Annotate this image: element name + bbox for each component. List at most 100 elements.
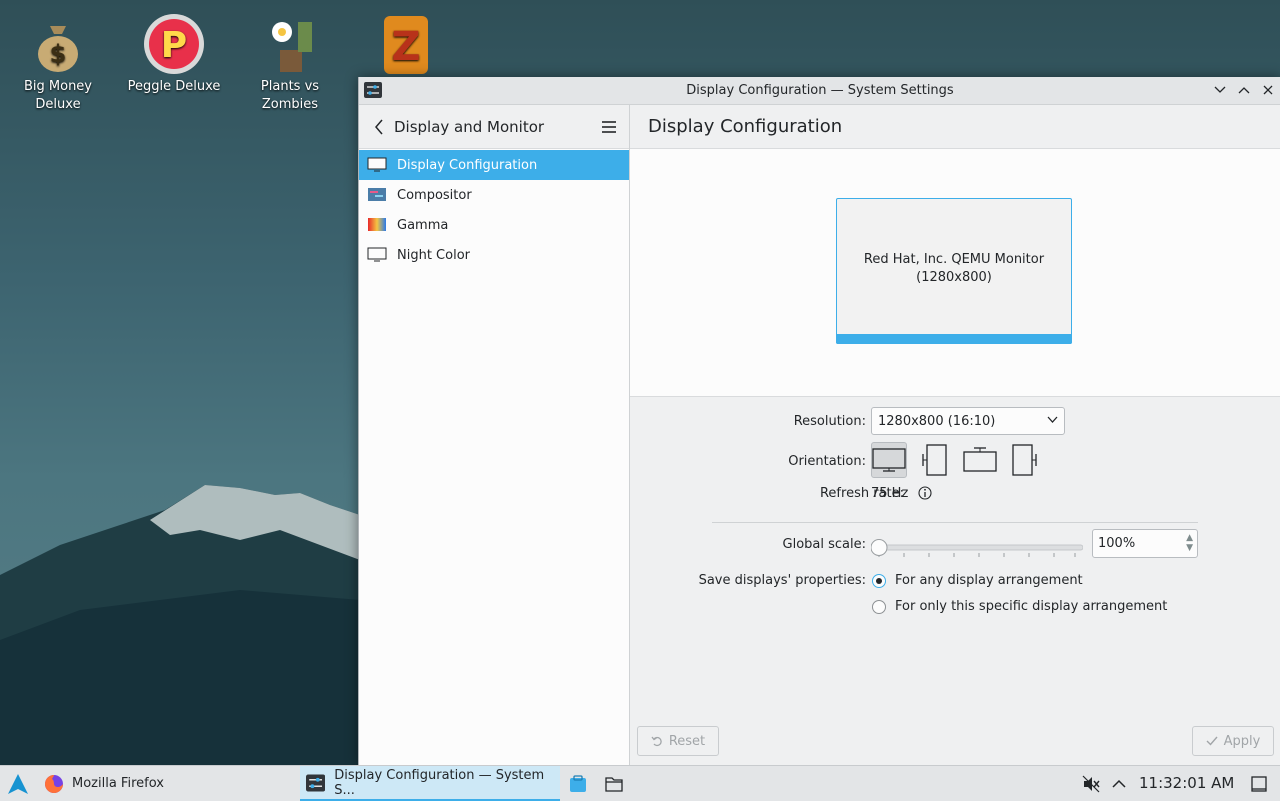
folder-icon[interactable] <box>604 774 624 794</box>
task-label: Mozilla Firefox <box>72 776 164 791</box>
flower-icon <box>258 12 322 76</box>
task-display-configuration[interactable]: Display Configuration — System S... <box>300 766 560 801</box>
global-scale-value: 100% <box>1098 536 1136 551</box>
back-button[interactable] <box>369 117 389 137</box>
desktop-wallpaper-mountain <box>0 485 360 765</box>
taskbar: Mozilla Firefox Display Configuration — … <box>0 765 1280 801</box>
checkmark-icon <box>1206 736 1218 746</box>
save-properties-label: Save displays' properties: <box>698 573 866 588</box>
orientation-inverted-button[interactable] <box>962 442 998 478</box>
monitor-name: Red Hat, Inc. QEMU Monitor <box>863 252 1045 267</box>
sidebar-item-gamma[interactable]: Gamma <box>359 210 629 240</box>
resolution-label: Resolution: <box>793 414 866 429</box>
apply-button[interactable]: Apply <box>1192 726 1274 756</box>
desktop-icon-peggle[interactable]: P Peggle Deluxe <box>126 6 222 96</box>
radio-specific-arrangement[interactable]: For only this specific display arrangeme… <box>872 599 1167 614</box>
desktop-icon-game[interactable]: Z <box>358 6 454 78</box>
display-preview-area: Red Hat, Inc. QEMU Monitor (1280x800) <box>630 149 1280 397</box>
desktop-icon-label: Deluxe <box>35 97 81 112</box>
undo-icon <box>651 736 662 747</box>
chevron-up-icon[interactable] <box>1109 774 1129 794</box>
slider-handle[interactable] <box>871 539 888 556</box>
resolution-combobox[interactable]: 1280x800 (16:10) <box>871 407 1065 435</box>
form-separator <box>712 522 1198 523</box>
sidebar-header: Display and Monitor <box>359 105 629 149</box>
task-label: Display Configuration — System S... <box>334 767 545 798</box>
close-icon <box>1263 85 1273 95</box>
monitor-portrait-right-icon <box>1012 444 1037 476</box>
spin-up-icon[interactable]: ▲ <box>1186 533 1193 543</box>
monitor-inverted-icon <box>963 447 997 472</box>
peggle-icon: P <box>142 12 206 76</box>
info-icon[interactable] <box>918 486 932 500</box>
global-scale-spinbox[interactable]: 100% ▲ ▼ <box>1092 529 1198 558</box>
sidebar-item-label: Display Configuration <box>397 157 538 173</box>
money-bag-icon: $ <box>26 12 90 76</box>
monitor-icon <box>367 157 387 172</box>
radio-button-checked[interactable] <box>872 573 886 588</box>
monitor-portrait-left-icon <box>922 444 947 476</box>
desktop-icon-label: Big Money <box>23 79 92 94</box>
chevron-down-icon <box>1047 416 1058 423</box>
volume-muted-icon[interactable] <box>1081 774 1101 794</box>
spin-down-icon[interactable]: ▼ <box>1186 543 1193 553</box>
global-scale-label: Global scale: <box>782 537 866 552</box>
radio-button-unchecked[interactable] <box>872 599 886 614</box>
svg-text:Z: Z <box>391 24 420 70</box>
discover-icon[interactable] <box>568 774 588 794</box>
orientation-landscape-button[interactable] <box>871 442 907 478</box>
monitor-resolution: (1280x800) <box>916 270 992 285</box>
maximize-button[interactable] <box>1235 81 1253 99</box>
compositor-icon <box>368 188 386 201</box>
show-desktop-icon[interactable] <box>1249 774 1269 794</box>
radio-label: For any display arrangement <box>895 573 1083 588</box>
svg-text:P: P <box>161 25 187 66</box>
clock[interactable]: 11:32:01 AM <box>1139 774 1234 792</box>
sidebar-item-night-color[interactable]: Night Color <box>359 240 629 270</box>
page-title: Display Configuration <box>630 105 1280 149</box>
chevron-left-icon <box>375 119 383 134</box>
monitor-landscape-icon <box>872 448 906 472</box>
apply-label: Apply <box>1223 733 1261 749</box>
sidebar: Display and Monitor Display Configuratio… <box>359 105 630 765</box>
desktop-icon-label: Plants vs <box>260 79 320 94</box>
settings-app-icon <box>306 773 326 792</box>
reset-button[interactable]: Reset <box>637 726 719 756</box>
minimize-button[interactable] <box>1211 81 1229 99</box>
desktop-icon-big-money[interactable]: $ Big Money Deluxe <box>10 6 106 114</box>
sidebar-item-label: Compositor <box>397 187 472 203</box>
radio-any-arrangement[interactable]: For any display arrangement <box>872 573 1083 588</box>
close-button[interactable] <box>1259 81 1277 99</box>
monitor-primary-bar <box>836 334 1072 344</box>
window-title: Display Configuration — System Settings <box>686 83 954 98</box>
sidebar-item-display-configuration[interactable]: Display Configuration <box>359 150 629 180</box>
night-color-monitor-icon <box>367 247 387 262</box>
desktop-icon-label: Zombies <box>261 97 319 112</box>
zuma-icon: Z <box>374 12 438 76</box>
sidebar-item-label: Night Color <box>397 247 470 263</box>
settings-form: Resolution: 1280x800 (16:10) Orientation… <box>630 396 1280 696</box>
monitor-label: Red Hat, Inc. QEMU Monitor (1280x800) <box>837 251 1071 287</box>
orientation-label: Orientation: <box>788 454 866 469</box>
orientation-portrait-left-button[interactable] <box>917 442 953 478</box>
svg-text:$: $ <box>50 40 67 68</box>
content-pane: Display Configuration Red Hat, Inc. QEMU… <box>630 105 1280 765</box>
spin-arrows[interactable]: ▲ ▼ <box>1186 533 1193 553</box>
system-settings-window: Display Configuration — System Settings … <box>358 77 1280 765</box>
global-scale-slider[interactable] <box>871 536 1083 560</box>
resolution-value: 1280x800 (16:10) <box>878 413 996 429</box>
orientation-portrait-right-button[interactable] <box>1006 442 1042 478</box>
window-titlebar[interactable]: Display Configuration — System Settings <box>359 77 1280 105</box>
desktop-icon-plants-vs-zombies[interactable]: Plants vs Zombies <box>242 6 338 114</box>
gamma-icon <box>368 218 386 231</box>
arch-launcher-icon[interactable] <box>6 772 30 796</box>
settings-app-icon <box>364 82 382 98</box>
hamburger-menu-icon[interactable] <box>599 117 619 137</box>
sidebar-title: Display and Monitor <box>394 117 545 136</box>
monitor-preview[interactable]: Red Hat, Inc. QEMU Monitor (1280x800) <box>836 198 1072 344</box>
task-firefox[interactable]: Mozilla Firefox <box>38 766 298 801</box>
chevron-down-icon <box>1214 86 1226 93</box>
reset-label: Reset <box>668 733 706 749</box>
sidebar-item-compositor[interactable]: Compositor <box>359 180 629 210</box>
sidebar-item-label: Gamma <box>397 217 449 233</box>
